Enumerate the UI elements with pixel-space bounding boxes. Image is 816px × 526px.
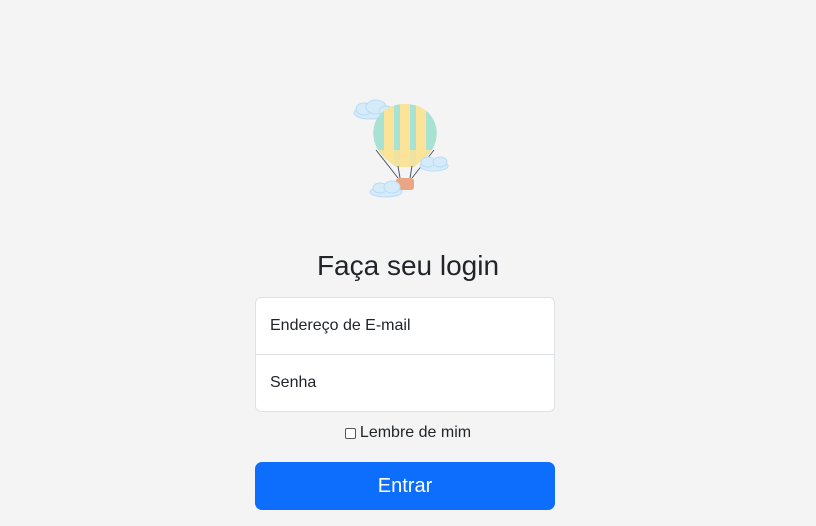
email-field[interactable] bbox=[256, 298, 554, 354]
hot-air-balloon-logo bbox=[348, 92, 462, 212]
email-input[interactable] bbox=[268, 316, 542, 336]
login-submit-button[interactable]: Entrar bbox=[255, 462, 555, 510]
page-title: Faça seu login bbox=[316, 250, 500, 281]
remember-me-checkbox[interactable] bbox=[344, 427, 356, 439]
password-input[interactable] bbox=[268, 372, 542, 393]
remember-me-label[interactable]: Lembre de mim bbox=[360, 424, 471, 442]
password-field[interactable] bbox=[256, 354, 554, 410]
login-form-fields bbox=[255, 297, 555, 412]
remember-me[interactable]: Lembre de mim bbox=[0, 424, 816, 442]
hot-air-balloon-icon bbox=[353, 99, 449, 198]
